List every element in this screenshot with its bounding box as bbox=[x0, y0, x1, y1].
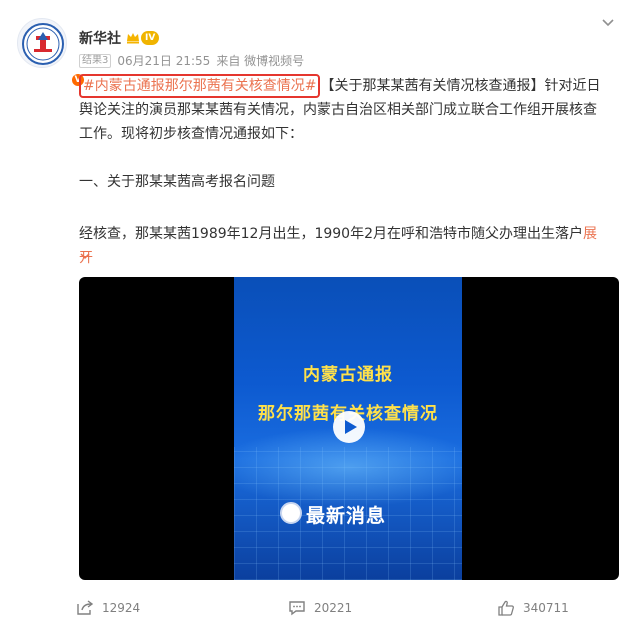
post-meta: 结果3 06月21日 21:55 来自 微博视频号 bbox=[79, 52, 304, 69]
source-tag: 结果3 bbox=[79, 53, 112, 68]
action-bar: 12924 20221 340711 bbox=[0, 600, 627, 620]
section-title: 一、关于那某某茜高考报名问题 bbox=[79, 174, 275, 190]
comment-count: 20221 bbox=[314, 601, 353, 615]
poster-banner: 最新消息 bbox=[306, 505, 387, 527]
detail-text: 经核查，那某某茜1989年12月出生，1990年2月在呼和浩特市随父办理出生落户 bbox=[79, 226, 583, 242]
author-name[interactable]: 新华社 bbox=[79, 28, 121, 48]
member-badge[interactable]: IV bbox=[126, 30, 160, 46]
hashtag-highlight: #内蒙古通报那尔那茜有关核查情况# bbox=[79, 74, 321, 98]
like-count: 340711 bbox=[523, 601, 569, 615]
chevron-down-icon[interactable] bbox=[601, 16, 615, 30]
expand-chevron-icon[interactable] bbox=[79, 250, 91, 262]
post-source: 来自 微博视频号 bbox=[216, 54, 305, 68]
crown-icon bbox=[127, 33, 139, 44]
like-button[interactable]: 340711 bbox=[497, 600, 569, 616]
share-button[interactable]: 12924 bbox=[76, 600, 140, 616]
author-avatar[interactable]: V bbox=[17, 18, 86, 88]
play-icon[interactable] bbox=[332, 410, 366, 444]
xinhua-logo-icon bbox=[22, 23, 64, 65]
like-icon bbox=[498, 600, 514, 616]
level-badge: IV bbox=[141, 31, 160, 45]
poster-logo-icon bbox=[280, 502, 302, 524]
share-icon bbox=[77, 600, 94, 615]
comment-button[interactable]: 20221 bbox=[288, 600, 352, 616]
poster-title-line1: 内蒙古通报 bbox=[303, 365, 393, 385]
share-count: 12924 bbox=[102, 601, 141, 615]
post-text: #内蒙古通报那尔那茜有关核查情况# 【关于那某某茜有关情况核查通报】针对近日舆论关… bbox=[79, 74, 609, 146]
post-detail: 经核查，那某某茜1989年12月出生，1990年2月在呼和浩特市随父办理出生落户… bbox=[79, 222, 609, 270]
hashtag-link[interactable]: #内蒙古通报那尔那茜有关核查情况# bbox=[83, 78, 316, 94]
comment-icon bbox=[289, 601, 305, 616]
video-player[interactable]: 内蒙古通报 那尔那茜有关核查情况 最新消息 bbox=[79, 277, 619, 580]
post-time[interactable]: 06月21日 21:55 bbox=[117, 52, 210, 69]
